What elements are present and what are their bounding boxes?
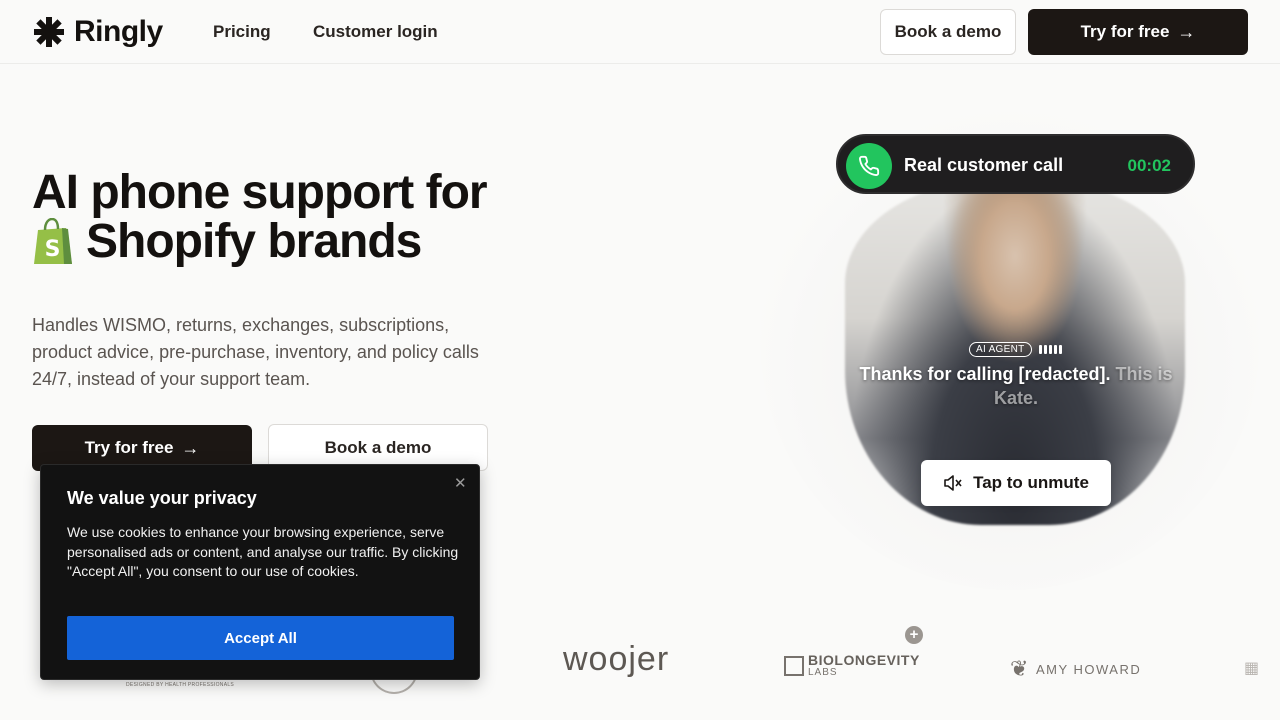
- logo-partial-icon: ▦: [1244, 660, 1260, 677]
- arrow-right-icon: →: [181, 437, 200, 458]
- accept-all-button[interactable]: Accept All: [67, 616, 454, 660]
- asterisk-logo-icon: [34, 17, 64, 47]
- logo-amy-howard: ❦ AMY HOWARD: [1010, 656, 1141, 682]
- shopify-bag-icon: S: [34, 217, 72, 264]
- brand-name: Ringly: [74, 15, 163, 48]
- cookie-title: We value your privacy: [67, 488, 257, 508]
- hero-subtitle: Handles WISMO, returns, exchanges, subsc…: [32, 315, 479, 389]
- hero-try-for-free-label: Try for free: [84, 438, 174, 457]
- amy-howard-name: AMY HOWARD: [1035, 661, 1142, 677]
- nav-link-customer-login[interactable]: Customer login: [313, 22, 438, 42]
- hero-title: AI phone support for S Shopify brands: [32, 168, 552, 266]
- biolongevity-sub: LABS: [808, 667, 838, 678]
- audio-level-icon: [1039, 345, 1062, 354]
- call-status-pill: Real customer call 00:02: [836, 134, 1195, 194]
- phone-icon: [846, 143, 892, 189]
- tap-to-unmute-button[interactable]: Tap to unmute: [921, 460, 1111, 506]
- try-for-free-button[interactable]: Try for free →: [1028, 9, 1248, 55]
- ai-agent-tag: AI AGENT: [969, 342, 1032, 357]
- biolongevity-mark-icon: [784, 656, 804, 676]
- close-icon[interactable]: ✕: [454, 474, 467, 492]
- cookie-body: We use cookies to enhance your browsing …: [67, 524, 459, 579]
- book-demo-button[interactable]: Book a demo: [880, 9, 1016, 55]
- hero-title-line2-wrap: S Shopify brands: [32, 217, 552, 266]
- live-caption: Thanks for calling [redacted]. This is K…: [856, 362, 1176, 410]
- unmute-label: Tap to unmute: [973, 473, 1089, 492]
- caption-spoken: Thanks for calling [redacted].: [859, 364, 1111, 384]
- hero-title-line1: AI phone support for: [32, 166, 488, 219]
- call-timer: 00:02: [1127, 156, 1171, 175]
- hero-title-line2: Shopify brands: [86, 215, 422, 268]
- try-for-free-label: Try for free: [1080, 22, 1170, 41]
- logo-biolongevity: BIOLONGEVITY LABS: [784, 652, 920, 678]
- biolongevity-name: BIOLONGEVITY: [808, 652, 920, 668]
- logo-dph: DESIGNED BY HEALTH PROFESSIONALS: [126, 682, 235, 688]
- svg-text:S: S: [45, 237, 60, 262]
- amy-howard-mark-icon: ❦: [1010, 656, 1030, 681]
- top-nav: Ringly Pricing Customer login Book a dem…: [0, 0, 1280, 64]
- arrow-right-icon: →: [1177, 21, 1196, 42]
- plus-icon[interactable]: +: [905, 626, 923, 644]
- logo-woojer: woojer: [563, 640, 670, 678]
- call-label: Real customer call: [904, 155, 1064, 175]
- ringly-logo[interactable]: Ringly: [32, 14, 163, 50]
- speaker-muted-icon: [944, 475, 962, 491]
- cookie-consent-banner: We value your privacy ✕ We use cookies t…: [40, 464, 480, 680]
- nav-link-pricing[interactable]: Pricing: [213, 22, 271, 42]
